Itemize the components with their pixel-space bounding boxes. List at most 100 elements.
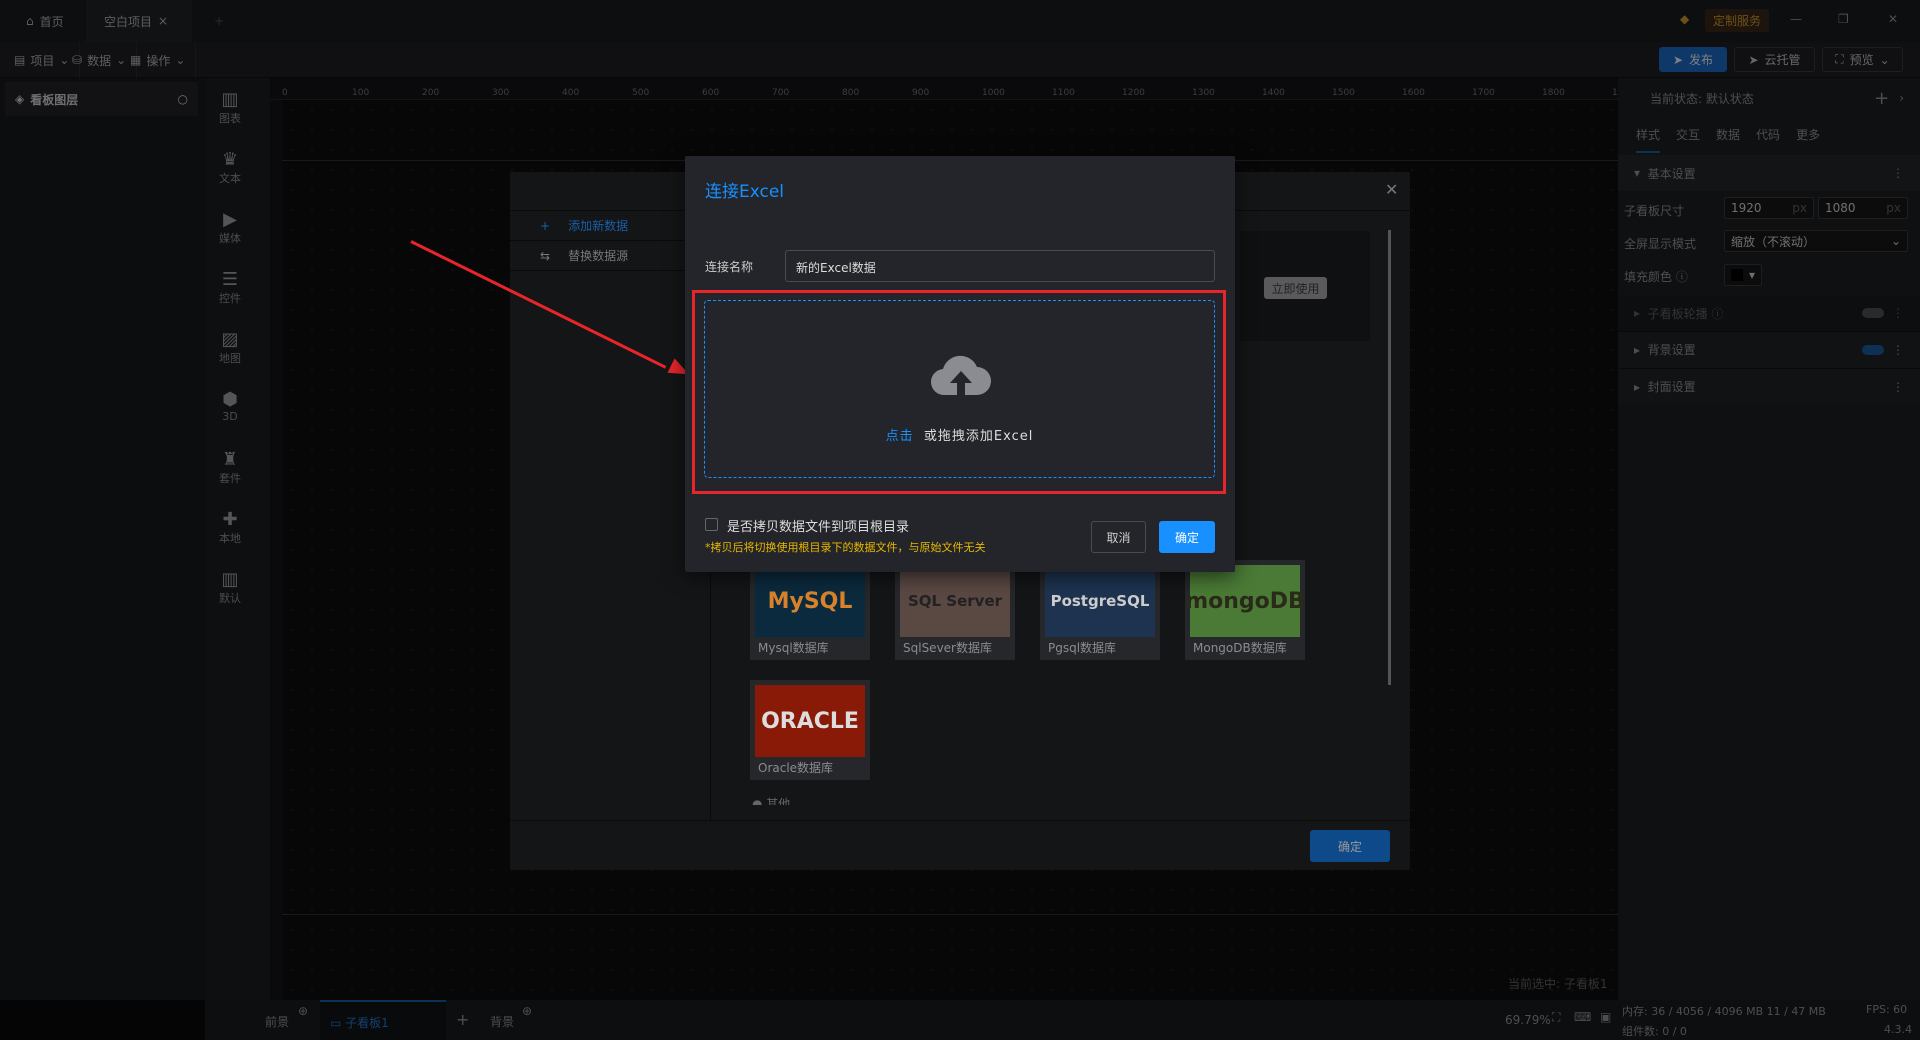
connection-name-input[interactable]: 新的Excel数据 <box>785 250 1215 282</box>
section-basic[interactable]: ▾ 基本设置 ⋮ <box>1618 155 1920 191</box>
cube-icon: ⬢ <box>222 389 238 410</box>
bar-chart-icon: ▥ <box>221 569 239 590</box>
tab-style[interactable]: 样式 <box>1636 126 1661 153</box>
more-icon[interactable]: ⋮ <box>1892 343 1904 357</box>
database-card[interactable]: MySQL Mysql数据库 <box>750 560 870 660</box>
datasource-confirm-button[interactable]: 确定 <box>1310 830 1390 862</box>
layers-icon: ◈ <box>15 92 25 106</box>
tab-board[interactable]: ▭ 子看板1 <box>320 1000 446 1040</box>
tab-label: 子看板1 <box>345 1016 389 1030</box>
section-carousel[interactable]: ▸ 子看板轮播 ⓘ ⋮ <box>1618 295 1920 331</box>
publish-button[interactable]: ➤ 发布 <box>1659 47 1727 72</box>
mode-select[interactable]: 缩放（不滚动） ⌄ <box>1724 230 1908 252</box>
state-row: 当前状态: 默认状态 + › <box>1618 80 1920 116</box>
component-label: 默认 <box>219 592 241 605</box>
ruler-left <box>270 100 282 1000</box>
terminal-icon[interactable]: ▣ <box>1600 1010 1611 1024</box>
component-media[interactable]: ▶ 媒体 <box>205 210 255 246</box>
ok-button[interactable]: 确定 <box>1159 521 1215 553</box>
ruler-number: 1200 <box>1122 88 1145 98</box>
add-state-icon[interactable]: + <box>1874 88 1889 109</box>
tab-home[interactable]: ⌂ 首页 <box>8 0 82 42</box>
component-chart[interactable]: ▥ 图表 <box>205 90 255 126</box>
layer-panel <box>0 78 205 1000</box>
chevron-right-icon[interactable]: › <box>1899 91 1904 105</box>
add-background-icon[interactable]: ⊕ <box>522 1004 532 1018</box>
menu-add-new-data[interactable]: + 添加新数据 <box>510 211 710 241</box>
component-local[interactable]: ✚ 本地 <box>205 510 255 546</box>
height-input[interactable]: 1080 px <box>1818 197 1908 219</box>
preview-button[interactable]: ⛶ 预览 ⌄ <box>1822 47 1903 72</box>
database-card[interactable]: PostgreSQL Pgsql数据库 <box>1040 560 1160 660</box>
component-3d[interactable]: ⬢ 3D <box>205 389 255 424</box>
width-input[interactable]: 1920 px <box>1724 197 1814 219</box>
carousel-toggle[interactable] <box>1862 308 1884 318</box>
close-tab-icon[interactable]: × <box>158 14 168 28</box>
component-kit[interactable]: ♜ 套件 <box>205 450 255 486</box>
add-foreground-icon[interactable]: ⊕ <box>298 1004 308 1018</box>
use-now-button[interactable]: 立即使用 <box>1264 277 1327 299</box>
component-map[interactable]: ▨ 地图 <box>205 330 255 366</box>
tab-more[interactable]: 更多 <box>1796 126 1820 153</box>
copy-checkbox[interactable] <box>705 518 718 531</box>
button-label: 预览 <box>1849 53 1874 67</box>
add-tab-button[interactable]: + <box>196 0 242 42</box>
keyboard-icon[interactable]: ⌨ <box>1574 1010 1591 1024</box>
search-icon[interactable]: ○ <box>178 92 188 106</box>
input-value: 1080 <box>1825 201 1856 215</box>
select-value: 缩放（不滚动） <box>1731 234 1816 249</box>
tab-project[interactable]: 空白项目 × <box>86 0 192 42</box>
click-upload-link[interactable]: 点击 <box>886 429 914 444</box>
zoom-level[interactable]: 69.79% <box>1505 1013 1551 1027</box>
database-label: SqlSever数据库 <box>903 641 992 655</box>
help-icon[interactable]: ⓘ <box>1708 305 1723 322</box>
add-board-button[interactable]: + <box>456 1010 469 1029</box>
help-icon[interactable]: ⓘ <box>1676 270 1688 284</box>
more-icon[interactable]: ⋮ <box>1892 166 1904 180</box>
close-window-button[interactable]: ✕ <box>1888 12 1898 26</box>
custom-service-button[interactable]: 定制服务 <box>1705 9 1770 32</box>
database-card[interactable]: SQL Server SqlSever数据库 <box>895 560 1015 660</box>
database-card[interactable]: ORACLE Oracle数据库 <box>750 680 870 780</box>
section-cover[interactable]: ▸ 封面设置 ⋮ <box>1618 368 1920 404</box>
more-icon[interactable]: ⋮ <box>1892 306 1904 320</box>
component-default[interactable]: ▥ 默认 <box>205 570 255 606</box>
minimize-button[interactable]: — <box>1790 12 1802 26</box>
menu-operate[interactable]: ▦ 操作 ⌄ <box>120 42 197 78</box>
more-icon[interactable]: ⋮ <box>1892 380 1904 394</box>
ruler-number: 500 <box>632 88 650 98</box>
restore-button[interactable]: ❐ <box>1838 12 1849 26</box>
component-label: 本地 <box>219 532 241 545</box>
fit-screen-icon[interactable]: ⛶ <box>1552 1010 1560 1025</box>
title-bar <box>0 0 1920 42</box>
component-label: 文本 <box>219 172 241 185</box>
swap-icon: ⇆ <box>540 248 551 263</box>
camera-icon: ▶ <box>223 209 237 230</box>
section-background[interactable]: ▸ 背景设置 ⋮ <box>1618 331 1920 367</box>
section-title: 子看板轮播 <box>1647 306 1708 321</box>
scrollbar[interactable] <box>1388 230 1391 685</box>
component-control[interactable]: ☰ 控件 <box>205 270 255 306</box>
panel-title: 看板图层 <box>30 92 79 107</box>
upload-dropzone[interactable]: 点击 或拖拽添加Excel <box>704 300 1215 478</box>
background-toggle[interactable] <box>1862 344 1884 355</box>
copy-checkbox-label[interactable]: 是否拷贝数据文件到项目根目录 <box>727 516 909 535</box>
tab-background[interactable]: 背景 <box>490 1013 514 1030</box>
tab-foreground[interactable]: 前景 <box>265 1013 289 1030</box>
send-icon: ➤ <box>1748 52 1759 67</box>
component-label: 媒体 <box>219 232 241 245</box>
tab-code[interactable]: 代码 <box>1756 126 1780 153</box>
menu-replace-source[interactable]: ⇆ 替换数据源 <box>510 241 710 271</box>
cloud-host-button[interactable]: ➤ 云托管 <box>1734 47 1815 72</box>
database-card[interactable]: mongoDB MongoDB数据库 <box>1185 560 1305 660</box>
cancel-button[interactable]: 取消 <box>1091 521 1146 553</box>
fill-color-picker[interactable]: ▾ <box>1724 264 1762 286</box>
component-label: 套件 <box>219 472 241 485</box>
component-text[interactable]: ♛ 文本 <box>205 150 255 186</box>
close-icon[interactable]: ✕ <box>1385 180 1398 199</box>
tab-data[interactable]: 数据 <box>1716 126 1740 153</box>
database-logo: SQL Server <box>900 565 1010 637</box>
bullet-icon: ● <box>752 797 767 805</box>
tab-interaction[interactable]: 交互 <box>1676 126 1700 153</box>
database-label: Oracle数据库 <box>758 761 834 775</box>
